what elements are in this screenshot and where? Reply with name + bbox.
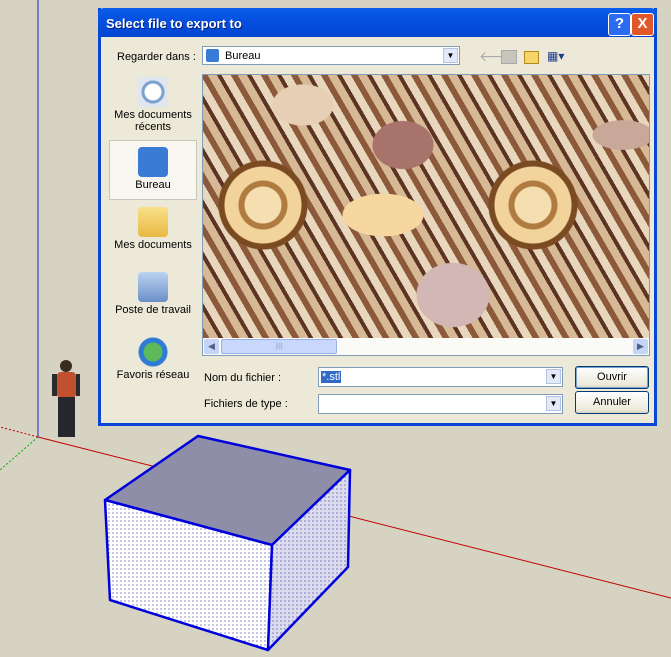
title-bar[interactable]: Select file to export to ? X xyxy=(98,8,657,37)
desktop-icon xyxy=(138,147,168,177)
place-label: Bureau xyxy=(135,179,171,191)
recent-documents-icon xyxy=(138,77,168,107)
filename-label: Nom du fichier : xyxy=(204,372,282,384)
desktop-wallpaper-preview xyxy=(203,75,649,339)
look-in-dropdown[interactable]: Bureau ▼ xyxy=(202,46,460,65)
file-list-view[interactable]: ◀ |||| ▶ xyxy=(202,74,650,356)
place-label: Poste de travail xyxy=(115,304,191,316)
place-my-documents[interactable]: Mes documents xyxy=(109,205,197,265)
places-bar: Mes documents récents Bureau Mes documen… xyxy=(109,75,197,395)
up-folder-icon[interactable] xyxy=(501,50,517,64)
help-button[interactable]: ? xyxy=(608,13,631,36)
scroll-right-icon[interactable]: ▶ xyxy=(633,339,648,354)
filename-value: *.stl xyxy=(321,371,342,383)
dialog-title: Select file to export to xyxy=(106,16,242,31)
my-documents-icon xyxy=(138,207,168,237)
open-button[interactable]: Ouvrir xyxy=(575,366,649,389)
filetype-label: Fichiers de type : xyxy=(204,398,288,410)
chevron-down-icon[interactable]: ▼ xyxy=(546,396,561,411)
place-my-computer[interactable]: Poste de travail xyxy=(109,270,197,330)
desktop-icon xyxy=(206,49,219,62)
chevron-down-icon[interactable]: ▼ xyxy=(443,48,458,63)
place-label: Favoris réseau xyxy=(116,369,190,381)
network-places-icon xyxy=(138,337,168,367)
box-3d[interactable] xyxy=(103,434,352,652)
red-axis-dotted xyxy=(0,426,39,438)
close-button[interactable]: X xyxy=(631,13,654,36)
filetype-dropdown[interactable]: ▼ xyxy=(318,394,563,414)
place-label: Mes documents récents xyxy=(114,109,192,133)
scroll-left-icon[interactable]: ◀ xyxy=(204,339,219,354)
new-folder-icon[interactable] xyxy=(524,51,539,64)
green-axis-dotted xyxy=(0,436,39,471)
look-in-value: Bureau xyxy=(225,50,261,62)
place-desktop[interactable]: Bureau xyxy=(109,140,197,200)
look-in-label: Regarder dans : xyxy=(117,51,196,63)
view-menu-icon[interactable]: ▦▾ xyxy=(547,49,564,63)
cancel-button[interactable]: Annuler xyxy=(575,391,649,414)
scrollbar-thumb[interactable]: |||| xyxy=(221,339,337,354)
place-label: Mes documents xyxy=(114,239,192,251)
my-computer-icon xyxy=(138,272,168,302)
horizontal-scrollbar[interactable]: ◀ |||| ▶ xyxy=(203,338,649,355)
place-recent-documents[interactable]: Mes documents récents xyxy=(109,75,197,135)
place-network[interactable]: Favoris réseau xyxy=(109,335,197,395)
filename-input[interactable]: *.stl ▼ xyxy=(318,367,563,387)
person-figure xyxy=(52,360,80,437)
chevron-down-icon[interactable]: ▼ xyxy=(546,369,561,384)
export-file-dialog: Select file to export to ? X Regarder da… xyxy=(98,8,657,426)
